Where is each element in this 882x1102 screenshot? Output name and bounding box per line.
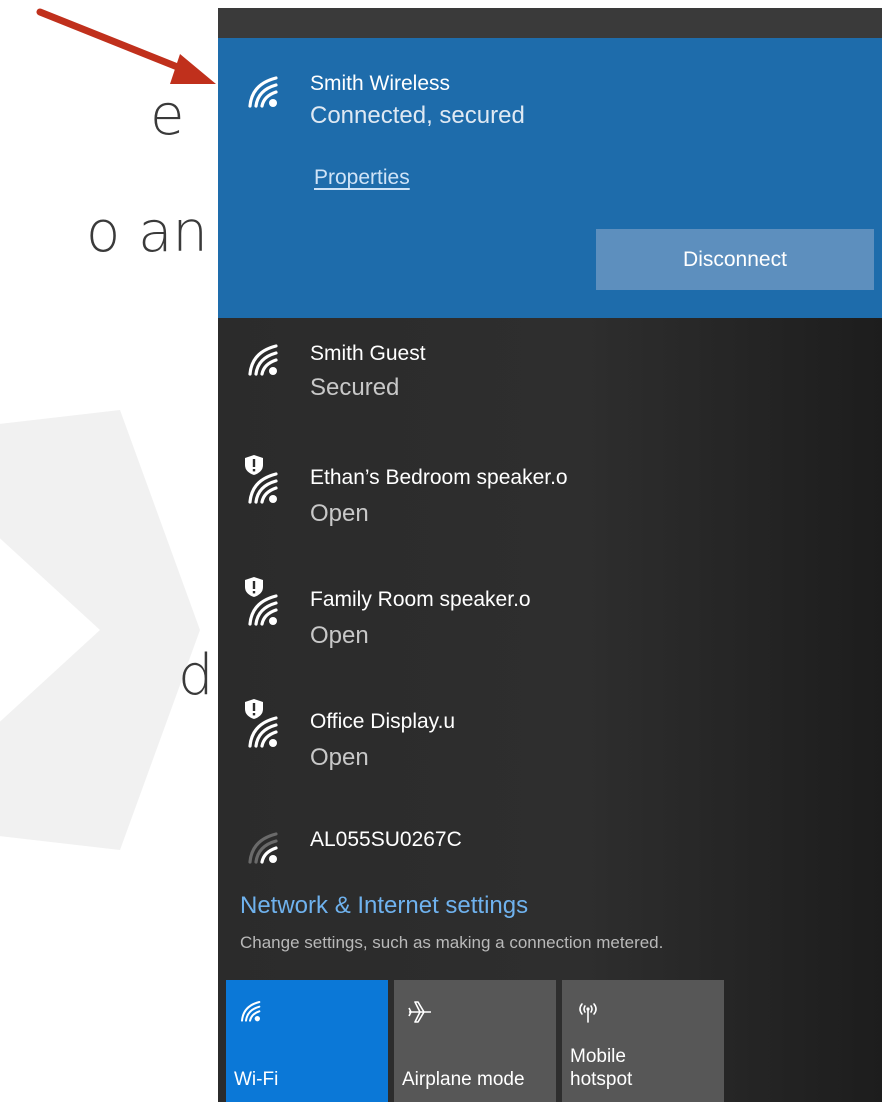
annotation-arrow-icon — [36, 8, 216, 84]
wifi-open-warning-icon — [248, 594, 278, 626]
properties-link[interactable]: Properties — [314, 166, 410, 190]
slide-text-fragment: d — [178, 643, 214, 708]
network-name: AL055SU0267C — [310, 828, 462, 851]
network-name: Smith Guest — [310, 342, 426, 365]
wifi-flyout: Smith Wireless Connected, secured Proper… — [218, 8, 882, 1102]
network-status: Open — [310, 500, 369, 527]
network-item-connected[interactable]: Smith Wireless Connected, secured Proper… — [218, 38, 882, 318]
wifi-signal-icon — [248, 76, 278, 108]
network-status: Open — [310, 622, 369, 649]
disconnect-button[interactable]: Disconnect — [596, 229, 874, 290]
tile-label: Wi-Fi — [234, 1069, 279, 1091]
wifi-icon — [241, 1001, 261, 1022]
network-name: Family Room speaker.o — [310, 588, 531, 611]
network-item[interactable]: Smith Guest Secured — [218, 326, 882, 428]
slide-text-fragment: e — [150, 83, 185, 148]
network-item[interactable]: Ethan’s Bedroom speaker.o Open — [218, 448, 882, 550]
hotspot-icon — [579, 1003, 597, 1023]
network-name: Smith Wireless — [310, 72, 451, 95]
network-status: Open — [310, 744, 369, 771]
settings-description: Change settings, such as making a connec… — [240, 933, 664, 952]
wifi-open-warning-icon — [248, 472, 278, 504]
watermark-logo — [0, 410, 200, 850]
network-item[interactable]: AL055SU0267C — [218, 814, 882, 874]
airplane-mode-tile[interactable]: Airplane mode — [394, 980, 556, 1102]
network-internet-settings-link[interactable]: Network & Internet settings — [240, 892, 528, 920]
wifi-toggle-tile[interactable]: Wi-Fi — [226, 980, 388, 1102]
tile-label-line: Mobile — [570, 1045, 626, 1067]
slide-text-fragment: o an — [86, 200, 208, 265]
network-status: Secured — [310, 374, 400, 401]
airplane-icon — [408, 1001, 431, 1023]
wifi-weak-signal-icon — [248, 832, 278, 864]
tile-label: Mobile hotspot — [570, 1045, 632, 1093]
wifi-open-warning-icon — [248, 716, 278, 748]
network-item[interactable]: Family Room speaker.o Open — [218, 570, 882, 672]
wifi-signal-icon — [248, 344, 278, 376]
flyout-top-strip — [218, 8, 882, 38]
network-name: Office Display.u — [310, 710, 456, 733]
tile-label: Airplane mode — [402, 1069, 525, 1091]
network-item[interactable]: Office Display.u Open — [218, 692, 882, 794]
network-status: Connected, secured — [310, 102, 525, 129]
network-name: Ethan’s Bedroom speaker.o — [310, 466, 568, 489]
tile-label-line: hotspot — [570, 1069, 633, 1091]
mobile-hotspot-tile[interactable]: Mobile hotspot — [562, 980, 724, 1102]
slide-background: e o an d — [0, 0, 220, 1102]
